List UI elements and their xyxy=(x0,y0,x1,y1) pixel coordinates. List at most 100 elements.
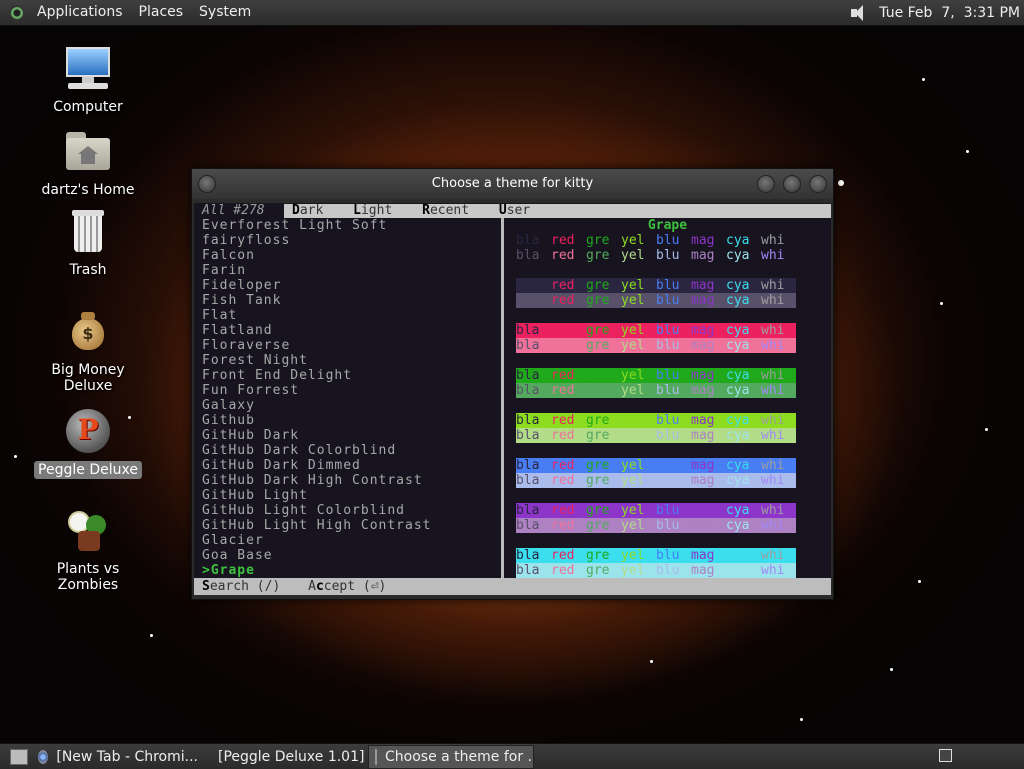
preview-color-sample: blu xyxy=(656,563,680,578)
preview-color-sample: cya xyxy=(726,413,750,428)
tab-dark[interactable]: Dark xyxy=(292,203,323,218)
theme-list-item[interactable]: GitHub Dark Dimmed xyxy=(202,458,502,473)
task-peggle[interactable]: [Peggle Deluxe 1.01] xyxy=(204,746,368,768)
theme-list-item[interactable]: GitHub Dark High Contrast xyxy=(202,473,502,488)
preview-color-sample: red xyxy=(551,323,575,338)
desktop-icon-label: Big Money Deluxe xyxy=(51,362,125,394)
desktop-icon-peggle[interactable]: P Peggle Deluxe xyxy=(28,407,148,479)
window-titlebar[interactable]: Choose a theme for kitty xyxy=(192,169,833,199)
window-menu-button[interactable] xyxy=(198,175,216,193)
theme-list-item[interactable]: Fideloper xyxy=(202,278,502,293)
preview-color-sample: yel xyxy=(621,503,645,518)
trash-icon xyxy=(64,208,112,256)
preview-color-sample: red xyxy=(551,503,575,518)
task-label: Choose a theme for ... xyxy=(385,748,534,765)
theme-list-item[interactable]: Glacier xyxy=(202,533,502,548)
preview-color-sample: bla xyxy=(516,248,540,263)
theme-list-item[interactable]: Flat xyxy=(202,308,502,323)
theme-list-item[interactable]: GitHub Light xyxy=(202,488,502,503)
preview-color-sample: yel xyxy=(621,383,645,398)
preview-color-sample: whi xyxy=(761,428,785,443)
preview-color-sample: yel xyxy=(621,248,645,263)
preview-color-sample: red xyxy=(551,518,575,533)
chromium-icon xyxy=(38,749,49,764)
search-shortcut[interactable]: Search (/) xyxy=(202,579,280,594)
theme-list-item-selected[interactable]: >Grape xyxy=(202,563,502,578)
maximize-button[interactable] xyxy=(783,175,801,193)
menu-applications[interactable]: Applications xyxy=(29,0,131,25)
star xyxy=(922,78,925,81)
computer-icon xyxy=(64,45,112,93)
theme-list-item[interactable]: GitHub Light High Contrast xyxy=(202,518,502,533)
preview-color-sample: mag xyxy=(691,413,715,428)
close-button[interactable] xyxy=(809,175,827,193)
preview-color-sample: bla xyxy=(516,473,540,488)
theme-list-item[interactable]: GitHub Dark Colorblind xyxy=(202,443,502,458)
star xyxy=(966,150,969,153)
preview-color-sample: blu xyxy=(656,368,680,383)
desktop-icon-home[interactable]: dartz's Home xyxy=(28,128,148,198)
preview-color-sample: gre xyxy=(586,428,610,443)
pane-divider xyxy=(501,218,504,578)
theme-list-item[interactable]: Goa Base xyxy=(202,548,502,563)
tab-light[interactable]: Light xyxy=(353,203,392,218)
preview-color-sample: bla xyxy=(516,368,540,383)
preview-color-row: bla red gre yel blu mag cya whi xyxy=(516,458,796,473)
clock[interactable]: Tue Feb 7, 3:31 PM xyxy=(879,5,1024,21)
preview-color-sample: mag xyxy=(691,563,715,578)
theme-list-item[interactable]: Forest Night xyxy=(202,353,502,368)
theme-list-item[interactable]: Fish Tank xyxy=(202,293,502,308)
preview-color-sample: red xyxy=(551,548,575,563)
theme-list-item[interactable]: Flatland xyxy=(202,323,502,338)
preview-color-sample: gre xyxy=(586,473,610,488)
desktop-icon-plants-vs-zombies[interactable]: Plants vs Zombies xyxy=(28,507,148,593)
preview-color-sample: cya xyxy=(726,548,750,563)
minimize-button[interactable] xyxy=(757,175,775,193)
terminal-area[interactable]: All #278 Dark Light Recent User Everfore… xyxy=(194,203,831,595)
preview-color-sample: bla xyxy=(516,383,540,398)
theme-list-item[interactable]: Front End Delight xyxy=(202,368,502,383)
theme-list-item[interactable]: Fun Forrest xyxy=(202,383,502,398)
theme-list-item[interactable]: Farin xyxy=(202,263,502,278)
preview-color-sample: cya xyxy=(726,458,750,473)
preview-color-sample: gre xyxy=(586,293,610,308)
distro-logo-icon[interactable] xyxy=(9,4,25,21)
preview-color-sample: bla xyxy=(516,428,540,443)
theme-list-item[interactable]: GitHub Light Colorblind xyxy=(202,503,502,518)
preview-color-sample: whi xyxy=(761,293,785,308)
theme-list-item[interactable]: Galaxy xyxy=(202,398,502,413)
theme-list-item[interactable]: Github xyxy=(202,413,502,428)
preview-color-row: bla red gre yel blu mag cya whi xyxy=(516,383,796,398)
show-desktop-icon[interactable] xyxy=(10,748,28,765)
menu-system[interactable]: System xyxy=(191,0,259,25)
preview-color-sample: cya xyxy=(726,338,750,353)
theme-list-item[interactable]: Everforest Light Soft xyxy=(202,218,502,233)
task-chromium[interactable]: [New Tab - Chromi... xyxy=(32,746,204,768)
tab-user[interactable]: User xyxy=(499,203,530,218)
preview-color-sample: cya xyxy=(726,563,750,578)
peggle-icon: P xyxy=(64,407,112,455)
menu-places[interactable]: Places xyxy=(131,0,192,25)
theme-list-item[interactable]: fairyfloss xyxy=(202,233,502,248)
preview-color-sample: red xyxy=(551,428,575,443)
volume-icon[interactable] xyxy=(849,4,869,22)
task-kitty-theme[interactable]: Choose a theme for ... xyxy=(368,744,534,769)
theme-list[interactable]: Everforest Light Soft fairyfloss Falcon Far… xyxy=(202,218,502,578)
theme-list-item[interactable]: Falcon xyxy=(202,248,502,263)
tab-recent[interactable]: Recent xyxy=(422,203,469,218)
preview-color-row: bla red gre yel blu mag cya whi xyxy=(516,248,796,263)
preview-color-sample: mag xyxy=(691,323,715,338)
desktop-icon-big-money[interactable]: $ Big Money Deluxe xyxy=(28,308,148,394)
theme-list-item[interactable]: Floraverse xyxy=(202,338,502,353)
accept-shortcut[interactable]: Accept (⏎) xyxy=(308,579,386,594)
theme-list-item[interactable]: GitHub Dark xyxy=(202,428,502,443)
workspace-switcher[interactable] xyxy=(939,749,952,762)
preview-color-sample: bla xyxy=(516,293,540,308)
preview-color-sample: mag xyxy=(691,383,715,398)
tab-all[interactable]: All #278 xyxy=(202,203,265,218)
preview-color-sample: red xyxy=(551,278,575,293)
bottom-panel: [New Tab - Chromi... [Peggle Deluxe 1.01… xyxy=(0,743,1024,769)
desktop-icon-computer[interactable]: Computer xyxy=(28,45,148,115)
desktop-icon-trash[interactable]: Trash xyxy=(28,208,148,278)
preview-color-sample: yel xyxy=(621,338,645,353)
